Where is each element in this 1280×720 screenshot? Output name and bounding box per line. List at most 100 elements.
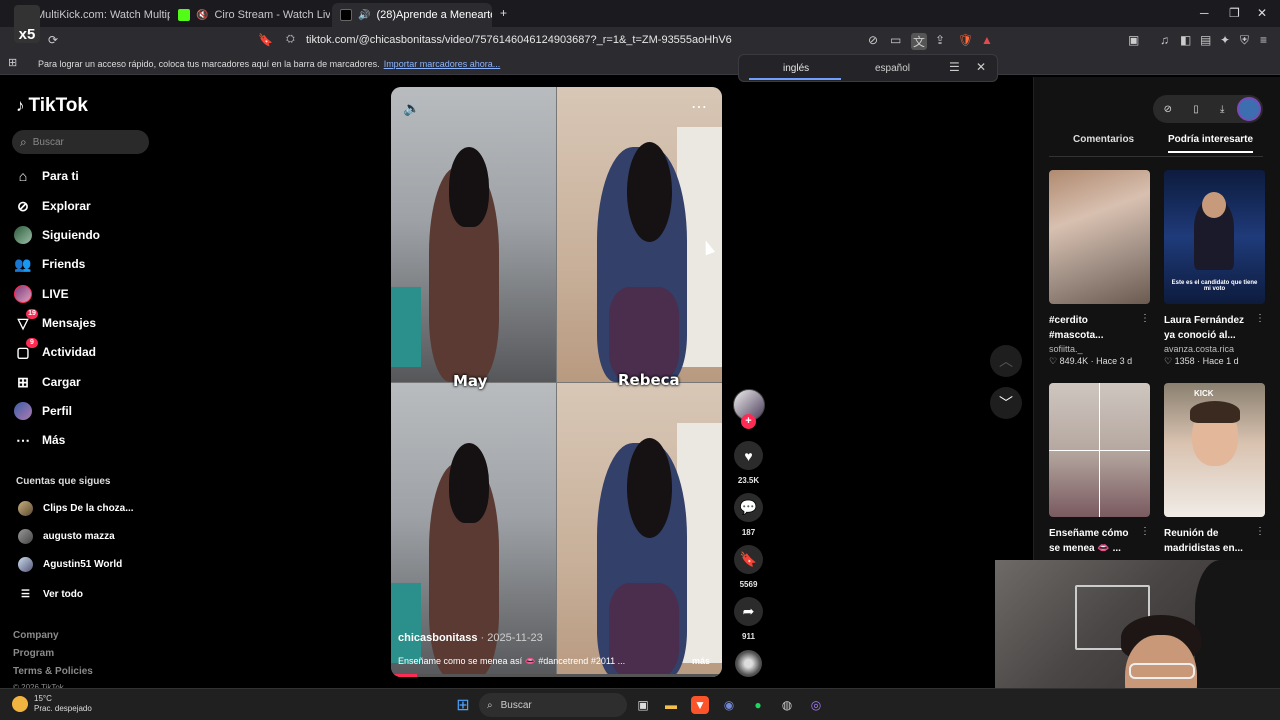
sidebar-item-label: Siguiendo <box>42 228 100 242</box>
card-options-icon[interactable]: ⋮ <box>1255 313 1265 324</box>
sidebar-item-mas[interactable]: ⋯ Más <box>14 428 65 452</box>
wallet-icon[interactable]: ▤ <box>1200 33 1211 47</box>
translate-close-icon[interactable]: ✕ <box>976 60 986 74</box>
minimize-button[interactable]: ─ <box>1200 6 1209 20</box>
sidebar-item-mensajes[interactable]: ▽ 19 Mensajes <box>14 309 96 335</box>
avatar[interactable] <box>1237 97 1261 121</box>
translate-options-icon[interactable]: ☰ <box>949 60 960 74</box>
new-tab-button[interactable]: + <box>500 6 507 20</box>
video-author[interactable]: chicasbonitass · 2025-11-23 <box>398 632 543 644</box>
caption-more-button[interactable]: más <box>692 656 710 666</box>
card-title-line2: se menea 👄 ... <box>1049 543 1121 554</box>
brave-browser-icon[interactable]: ▼ <box>691 696 709 714</box>
following-account[interactable]: Agustin51 World <box>18 556 122 572</box>
reader-icon[interactable]: ◧ <box>1180 33 1191 47</box>
video-date: · 2025-11-23 <box>480 632 543 644</box>
search-icon: ⌕ <box>20 134 27 149</box>
save-button[interactable]: 🔖 <box>734 545 763 574</box>
card-title: #cerdito <box>1049 315 1088 326</box>
taskbar-search[interactable]: ⌕ Buscar <box>479 693 627 717</box>
footer-link-company[interactable]: Company <box>13 630 59 641</box>
thumbnail-caption: Este es el candidato que tiene mi voto <box>1171 280 1258 292</box>
suggested-video-card[interactable]: #cerdito #mascota... sofiitta._ ♡ 849.4K… <box>1049 170 1150 367</box>
bookmark-icon[interactable]: 🔖 <box>258 33 273 47</box>
suggested-video-card[interactable]: Este es el candidato que tiene mi voto L… <box>1164 170 1265 367</box>
tab-kick[interactable]: 🔇 Ciro Stream - Watch Live on Kick <box>170 3 330 27</box>
footer-link-program[interactable]: Program <box>13 648 54 659</box>
sidebar-item-cargar[interactable]: ⊞ Cargar <box>14 370 81 394</box>
sidebar-item-label: Friends <box>42 257 86 271</box>
previous-video-button[interactable]: ︿ <box>990 345 1022 377</box>
friends-icon: 👥 <box>14 255 32 272</box>
menu-icon[interactable]: ≡ <box>1260 33 1267 47</box>
sidebar-item-label: Actividad <box>42 345 97 359</box>
brave-shields-icon[interactable]: 🛡 <box>958 33 973 47</box>
browser-tab-bar: MultiKick.com: Watch Multiple St 🔇 Ciro … <box>0 0 1280 27</box>
steam-icon[interactable]: ◍ <box>778 696 796 714</box>
maximize-button[interactable]: ❐ <box>1229 6 1240 20</box>
bookmark-icon: 🔖 <box>739 551 758 567</box>
windows-start-icon[interactable]: ⊞ <box>454 696 472 714</box>
sidebar-item-perfil[interactable]: Perfil <box>14 399 72 423</box>
sidebar-item-explorar[interactable]: ⊘ Explorar <box>14 194 91 218</box>
share-icon[interactable]: ⇪ <box>935 33 945 47</box>
brave-rewards-icon[interactable]: ▲ <box>981 33 993 47</box>
file-explorer-icon[interactable]: ▬ <box>662 696 680 714</box>
card-options-icon[interactable]: ⋮ <box>1140 313 1150 324</box>
spotify-icon[interactable]: ● <box>749 696 767 714</box>
card-title-line2: madridistas en... <box>1164 543 1243 554</box>
tab-tiktok[interactable]: 🔊 (28)Aprende a Menearte al R × <box>332 3 492 27</box>
see-all-link[interactable]: ☰ Ver todo <box>18 586 83 602</box>
tab-suggested[interactable]: Podría interesarte <box>1168 134 1254 153</box>
video-player[interactable]: May Rebeca 🔊 ⋯ chicasbonitass · 2025-11-… <box>391 87 722 677</box>
close-window-button[interactable]: ✕ <box>1257 6 1267 20</box>
sidebar-item-friends[interactable]: 👥 Friends <box>14 252 85 276</box>
sidebar-item-actividad[interactable]: ▢ 9 Actividad <box>14 338 97 364</box>
no-video-icon[interactable]: ⊘ <box>868 33 878 47</box>
discord-icon[interactable]: ◉ <box>720 696 738 714</box>
profile-badge[interactable]: x5 <box>14 5 40 43</box>
explore-icon[interactable]: ⊘ <box>1164 104 1172 115</box>
bookmarks-hint: Para lograr un acceso rápido, coloca tus… <box>38 58 380 69</box>
following-account[interactable]: augusto mazza <box>18 528 115 544</box>
sidebar-item-para-ti[interactable]: ⌂ Para ti <box>14 164 79 188</box>
sidebar-toggle-icon[interactable]: ▣ <box>1128 33 1139 47</box>
bookmarks-bar: ⊞ Para lograr un acceso rápido, coloca t… <box>0 53 1280 75</box>
tiktok-logo[interactable]: ♪ TikTok <box>16 95 88 117</box>
video-progress-bar[interactable] <box>391 674 722 677</box>
import-bookmarks-link[interactable]: Importar marcadores ahora... <box>384 59 501 69</box>
translate-icon[interactable]: 文 <box>911 33 928 50</box>
card-options-icon[interactable]: ⋮ <box>1140 526 1150 537</box>
next-video-button[interactable]: ﹀ <box>990 387 1022 419</box>
share-button[interactable]: ➦ <box>734 597 763 626</box>
music-icon[interactable]: ♫ <box>1160 33 1169 47</box>
tab-comments[interactable]: Comentarios <box>1073 134 1134 145</box>
translate-source-tab[interactable]: inglés <box>783 63 809 74</box>
search-input[interactable]: ⌕ Buscar <box>12 130 149 154</box>
apps-grid-icon[interactable]: ⊞ <box>8 56 17 69</box>
download-icon[interactable]: ⤓ <box>1220 104 1224 115</box>
more-options-icon[interactable]: ⋯ <box>691 97 708 117</box>
footer-link-terms[interactable]: Terms & Policies <box>13 666 93 677</box>
like-button[interactable]: ♥ <box>734 441 763 470</box>
phone-icon[interactable]: ▯ <box>1193 104 1199 115</box>
task-view-icon[interactable]: ▣ <box>634 696 652 714</box>
app-icon[interactable]: ◎ <box>807 696 825 714</box>
comment-button[interactable]: 💬 <box>734 493 763 522</box>
follow-plus-icon[interactable]: + <box>741 414 756 429</box>
following-account[interactable]: Clips De la choza... <box>18 500 134 516</box>
volume-icon[interactable]: 🔊 <box>403 100 420 117</box>
site-info-icon[interactable]: ⛭ <box>286 33 295 46</box>
translate-target-tab[interactable]: español <box>875 63 910 74</box>
weather-widget[interactable]: 15°C Prac. despejado <box>12 694 92 714</box>
reload-icon[interactable]: ⟳ <box>48 33 58 47</box>
sidebar-item-live[interactable]: LIVE <box>14 282 69 306</box>
cast-icon[interactable]: ▭ <box>890 33 901 47</box>
suggested-video-card[interactable]: Enseñame cómo se menea 👄 ... ⋮ <box>1049 383 1150 556</box>
leo-ai-icon[interactable]: ✦ <box>1220 33 1230 47</box>
vpn-icon[interactable]: ⛨ <box>1240 33 1249 48</box>
suggested-video-card[interactable]: KICK Reunión de madridistas en... ⋮ <box>1164 383 1265 556</box>
music-disc-icon[interactable] <box>735 650 762 677</box>
sidebar-item-siguiendo[interactable]: Siguiendo <box>14 223 100 247</box>
card-options-icon[interactable]: ⋮ <box>1255 526 1265 537</box>
